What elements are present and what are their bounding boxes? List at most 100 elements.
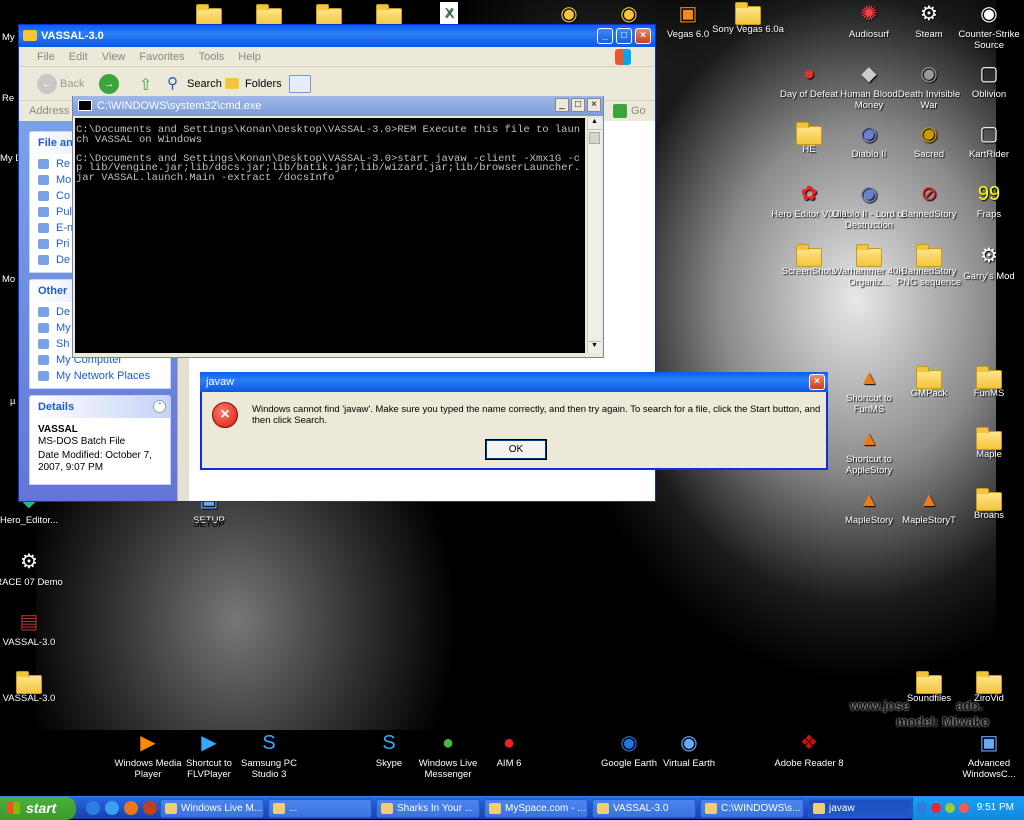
desktop-icon-label: Garry's Mod: [963, 271, 1015, 282]
desktop-icon[interactable]: ◉ Counter-Strike Source: [951, 2, 1024, 51]
cmd-output[interactable]: C:\Documents and Settings\Konan\Desktop\…: [75, 118, 585, 353]
menu-favorites[interactable]: Favorites: [139, 47, 184, 67]
desktop-icon-label: Diablo II: [851, 149, 887, 160]
desktop-icon[interactable]: ◉ Virtual Earth: [651, 731, 727, 769]
dialog-title: javaw: [206, 376, 235, 388]
task-link[interactable]: My Network Places: [30, 368, 170, 384]
desktop-icon-label: Broans: [973, 510, 1005, 521]
taskbar-button[interactable]: Windows Live M...: [160, 799, 264, 818]
desktop-icon[interactable]: ▲ Shortcut to AppleStory: [831, 427, 907, 476]
folders-button[interactable]: Folders: [245, 78, 282, 90]
setup-file-label[interactable]: SETUP: [189, 519, 229, 530]
folders-icon: [225, 78, 239, 89]
desktop-icon[interactable]: 99 Fraps: [951, 182, 1024, 220]
dialog-close-button[interactable]: ×: [809, 374, 825, 390]
banned-icon: ⊘: [920, 183, 938, 205]
desktop-icon-label: Steam: [915, 29, 943, 40]
taskbar-button[interactable]: Sharks In Your ...: [376, 799, 480, 818]
desktop-icon[interactable]: ▤ VASSAL-3.0: [0, 610, 67, 648]
desktop-icon[interactable]: FunMS: [951, 366, 1024, 399]
menu-file[interactable]: File: [37, 47, 55, 67]
cmd-titlebar[interactable]: C:\WINDOWS\system32\cmd.exe _ □ ×: [73, 96, 603, 116]
windows-logo-icon: [615, 49, 631, 65]
desktop-icon-label: Vegas 6.0: [666, 29, 710, 40]
desktop-icon[interactable]: S Samsung PC Studio 3: [231, 731, 307, 780]
taskbar-button[interactable]: MySpace.com - ...: [484, 799, 588, 818]
go-button[interactable]: Go: [631, 101, 646, 121]
diablo-icon: ◉: [860, 123, 878, 145]
desktop-icon[interactable]: ZiroVid: [951, 671, 1024, 704]
cmd-maximize-button[interactable]: □: [571, 98, 585, 112]
desktop-icon[interactable]: ❖ Adobe Reader 8: [771, 731, 847, 769]
desktop-icon[interactable]: Maple: [951, 427, 1024, 460]
media-icon[interactable]: [143, 801, 157, 815]
back-arrow-icon[interactable]: ←: [37, 74, 57, 94]
desktop-icon-label: Day of Defeat: [779, 89, 839, 100]
scroll-down-icon[interactable]: ▼: [588, 341, 601, 353]
menu-view[interactable]: View: [102, 47, 126, 67]
tray-app-icon[interactable]: [959, 803, 969, 813]
desktop-icon-label: Shortcut to FLVPlayer: [186, 758, 232, 780]
desktop-icon[interactable]: ▢ Oblivion: [951, 62, 1024, 100]
show-desktop-icon[interactable]: [86, 801, 100, 815]
flvplayer-icon: ▶: [201, 732, 217, 754]
desktop-icon[interactable]: Broans: [951, 488, 1024, 521]
close-button[interactable]: ×: [635, 28, 651, 44]
back-button[interactable]: Back: [60, 78, 84, 90]
steam-icon: ⚙: [20, 551, 38, 573]
tray-app-icon[interactable]: [945, 803, 955, 813]
clock[interactable]: 9:51 PM: [977, 802, 1014, 813]
scroll-thumb[interactable]: [589, 132, 600, 144]
scroll-up-icon[interactable]: ▲: [588, 118, 601, 130]
cmd-close-button[interactable]: ×: [587, 98, 601, 112]
desktop-icon-label: RACE 07 Demo: [0, 577, 63, 588]
desktop-icon-label: Human Blood Money: [840, 89, 898, 111]
explorer-title: VASSAL-3.0: [41, 30, 104, 42]
desktop-icon[interactable]: ● AIM 6: [471, 731, 547, 769]
maximize-button[interactable]: □: [616, 28, 632, 44]
minimize-button[interactable]: _: [597, 28, 613, 44]
menu-tools[interactable]: Tools: [199, 47, 225, 67]
go-arrow-icon[interactable]: [613, 104, 627, 118]
window-icon: ▢: [979, 63, 999, 85]
collapse-chevron-icon[interactable]: ˆ: [153, 400, 166, 413]
messenger-icon: ●: [441, 732, 455, 754]
desktop-icon[interactable]: Sony Vegas 6.0a: [710, 2, 786, 35]
desktop-icon[interactable]: ▢ KartRider: [951, 122, 1024, 160]
start-button[interactable]: start: [0, 797, 76, 820]
desktop-icon[interactable]: ⚙ RACE 07 Demo: [0, 550, 67, 588]
tray-app-icon[interactable]: [931, 803, 941, 813]
taskbar-button[interactable]: javaw: [808, 799, 912, 818]
views-button[interactable]: [289, 75, 311, 93]
advanced-icon: ▣: [979, 732, 999, 754]
internet-explorer-icon[interactable]: [105, 801, 119, 815]
menu-help[interactable]: Help: [238, 47, 261, 67]
desktop-icon[interactable]: VASSAL-3.0: [0, 671, 67, 704]
cmd-scrollbar[interactable]: ▲ ▼: [587, 118, 601, 353]
folder-icon: [856, 244, 882, 267]
taskbar-button[interactable]: VASSAL-3.0: [592, 799, 696, 818]
desktop-icon[interactable]: ⚙ Garry's Mod: [951, 244, 1024, 282]
desktop-icon-label: ScreenShots: [781, 266, 837, 277]
desktop-icon[interactable]: ▣ Advanced WindowsC...: [951, 731, 1024, 780]
folder-icon: [976, 488, 1002, 511]
search-button[interactable]: Search: [187, 78, 222, 90]
taskbar-button[interactable]: ...: [268, 799, 372, 818]
taskbar-button[interactable]: C:\WINDOWS\s...: [700, 799, 804, 818]
firefox-icon[interactable]: [124, 801, 138, 815]
desktop-icon-label: HE: [802, 144, 816, 155]
up-folder-icon[interactable]: ⇧: [139, 75, 152, 95]
tray-expand-icon[interactable]: [917, 802, 927, 814]
details-title[interactable]: Details ˆ: [30, 396, 170, 418]
explorer-titlebar[interactable]: VASSAL-3.0 _ □ ×: [19, 25, 655, 47]
folder-icon: [735, 2, 761, 25]
forward-arrow-icon[interactable]: →: [99, 74, 119, 94]
desktop-icon-label: Sony Vegas 6.0a: [712, 24, 784, 35]
steam-icon: ⚙: [980, 245, 998, 267]
dialog-titlebar[interactable]: javaw ×: [200, 372, 828, 392]
menu-edit[interactable]: Edit: [69, 47, 88, 67]
details-panel: Details ˆ VASSAL MS-DOS Batch File Date M…: [29, 395, 171, 485]
ok-button[interactable]: OK: [485, 439, 547, 460]
cmd-minimize-button[interactable]: _: [555, 98, 569, 112]
desktop-edge-label: µ: [10, 396, 16, 407]
